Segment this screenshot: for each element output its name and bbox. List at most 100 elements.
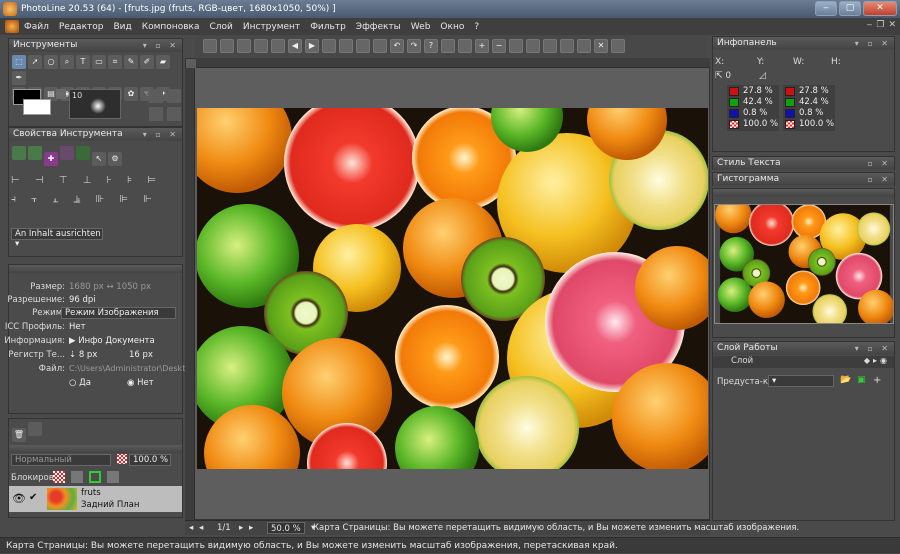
intersect-selection-icon[interactable]: ✚ [44, 152, 58, 166]
color-tool-icon[interactable]: ✿ [124, 87, 138, 101]
crop-tool-icon[interactable]: ⌗ [108, 55, 122, 69]
radio-no[interactable]: ◉ Нет [127, 378, 154, 388]
screen-mode-icon[interactable] [167, 107, 181, 121]
add-selection-icon[interactable] [12, 146, 26, 160]
text-tool-icon[interactable]: T [76, 55, 90, 69]
fit-icon[interactable] [509, 39, 523, 53]
invert-selection-icon[interactable] [60, 146, 74, 160]
background-color-swatch[interactable] [23, 99, 51, 115]
lasso-tool-icon[interactable]: ○ [44, 55, 58, 69]
layer-tab-row[interactable]: Слой ◆▸◉ [713, 356, 894, 368]
trash-icon[interactable]: 🗑 [12, 428, 26, 442]
menu-edit[interactable]: Редактор [59, 22, 104, 32]
menu-filter[interactable]: Фильтр [310, 22, 346, 32]
histogram-title[interactable]: Гистограмма [717, 174, 779, 184]
close-button[interactable]: ✕ [863, 1, 897, 16]
menu-layer[interactable]: Слой [209, 22, 232, 32]
zoom-in-icon[interactable]: + [475, 39, 489, 53]
grow-selection-icon[interactable] [76, 146, 90, 160]
zoom-tool-icon[interactable]: ⌕ [60, 55, 74, 69]
new-layer-icon[interactable] [28, 422, 42, 436]
last-page-icon[interactable]: ▸ [249, 521, 253, 536]
zoom-field[interactable]: 50.0 % [267, 522, 305, 534]
pen-tool-icon[interactable]: ✎ [124, 55, 138, 69]
menu-web[interactable]: Web [411, 22, 431, 32]
radio-yes[interactable]: ○ Да [69, 378, 91, 388]
pointer-option-icon[interactable]: ↖ [92, 152, 106, 166]
redo-icon[interactable]: ↷ [407, 39, 421, 53]
close-doc-icon[interactable]: ✕ [594, 39, 608, 53]
next-arrow-icon[interactable]: ▶ [305, 39, 319, 53]
zoom-out-icon[interactable]: − [492, 39, 506, 53]
layer-check-icon[interactable]: ✔ [29, 492, 37, 503]
lock-all-icon[interactable] [107, 471, 119, 483]
print-icon[interactable] [254, 39, 268, 53]
save-icon[interactable] [237, 39, 251, 53]
app-menu-icon[interactable] [5, 20, 19, 33]
brush-tool-icon[interactable]: ✐ [140, 55, 154, 69]
fruit-image[interactable] [197, 108, 708, 469]
layer-row[interactable]: 👁 ✔ fruts Задний План [9, 486, 182, 512]
menu-tool[interactable]: Инструмент [243, 22, 300, 32]
doc-close-button[interactable]: ✕ [888, 20, 896, 30]
presets-select[interactable]: ▾ [768, 375, 834, 387]
add-preset-icon[interactable]: + [873, 375, 881, 386]
preview-icon[interactable] [611, 39, 625, 53]
swap-colors-icon[interactable] [56, 89, 66, 99]
shape-tool-icon[interactable]: ▭ [92, 55, 106, 69]
doc-restore-button[interactable]: ❐ [876, 20, 884, 30]
ruler-icon[interactable] [441, 39, 455, 53]
text-style-title[interactable]: Стиль Текста [717, 158, 780, 168]
navigator-thumbnail[interactable] [714, 204, 894, 324]
resolution-value[interactable]: 96 dpi [69, 295, 96, 305]
first-page-icon[interactable]: ◂ [189, 521, 193, 536]
load-preset-icon[interactable]: 📂 [840, 375, 851, 385]
eraser-tool-icon[interactable]: ▰ [156, 55, 170, 69]
select-tool-icon[interactable]: ⬚ [12, 55, 26, 69]
align-icons-row-2[interactable]: ⫞ ⫟ ⫠ ⫡ ⊪ ⊫ ⊩ [9, 190, 182, 209]
settings-gear-icon[interactable]: ⚙ [108, 152, 122, 166]
maximize-button[interactable]: ▢ [839, 1, 861, 16]
fullscreen-icon[interactable] [526, 39, 540, 53]
next-page-icon[interactable]: ▸ [239, 521, 243, 536]
blend-mode-select[interactable]: Нормальный [11, 454, 111, 466]
help-pointer-icon[interactable]: ? [424, 39, 438, 53]
save-preset-icon[interactable]: ▣ [857, 375, 866, 385]
quickmask-icon[interactable] [167, 89, 181, 103]
export-icon[interactable] [271, 39, 285, 53]
cut-icon[interactable] [339, 39, 353, 53]
left-ruler[interactable] [185, 68, 195, 520]
prev-arrow-icon[interactable]: ◀ [288, 39, 302, 53]
prev-page-icon[interactable]: ◂ [199, 521, 203, 536]
top-ruler[interactable] [196, 58, 710, 68]
open-icon[interactable] [220, 39, 234, 53]
lock-position-icon[interactable] [89, 471, 101, 483]
move-tool-icon[interactable]: ➚ [28, 55, 42, 69]
lock-transparency-icon[interactable] [53, 471, 65, 483]
menu-window[interactable]: Окно [440, 22, 464, 32]
menu-help[interactable]: ? [474, 22, 479, 32]
undo-icon[interactable]: ↶ [390, 39, 404, 53]
align-icons-row-1[interactable]: ⊢ ⊣ ⊤ ⊥ ⊦ ⊧ ⊨ [9, 171, 182, 190]
register-value-2[interactable]: 16 px [129, 350, 153, 360]
align-select[interactable]: An Inhalt ausrichten ▾ [11, 228, 103, 249]
eyedropper-tool-icon[interactable]: ✒ [12, 71, 26, 85]
layers-icon[interactable] [543, 39, 557, 53]
doc-icon[interactable] [322, 39, 336, 53]
mask-icon[interactable] [149, 89, 163, 103]
doc-info-link[interactable]: ▶ Инфо Документа [69, 336, 155, 346]
menu-view[interactable]: Вид [113, 22, 131, 32]
mode-select[interactable]: Режим Изображения [61, 307, 176, 319]
register-value-1[interactable]: ⇣ 8 px [69, 350, 97, 360]
opacity-field[interactable]: 100.0 % [129, 454, 171, 466]
view-mode-icon[interactable] [149, 107, 163, 121]
visibility-eye-icon[interactable]: 👁 [12, 492, 26, 505]
lock-move-icon[interactable] [71, 471, 83, 483]
zoom-100-icon[interactable] [458, 39, 472, 53]
minimize-button[interactable]: ‒ [815, 1, 837, 16]
menu-layout[interactable]: Компоновка [142, 22, 200, 32]
doc-minimize-button[interactable]: ‒ [867, 20, 873, 30]
grid-icon[interactable] [577, 39, 591, 53]
layer-tab-icons[interactable]: ◆▸◉ [864, 356, 890, 365]
new-document-icon[interactable] [203, 39, 217, 53]
